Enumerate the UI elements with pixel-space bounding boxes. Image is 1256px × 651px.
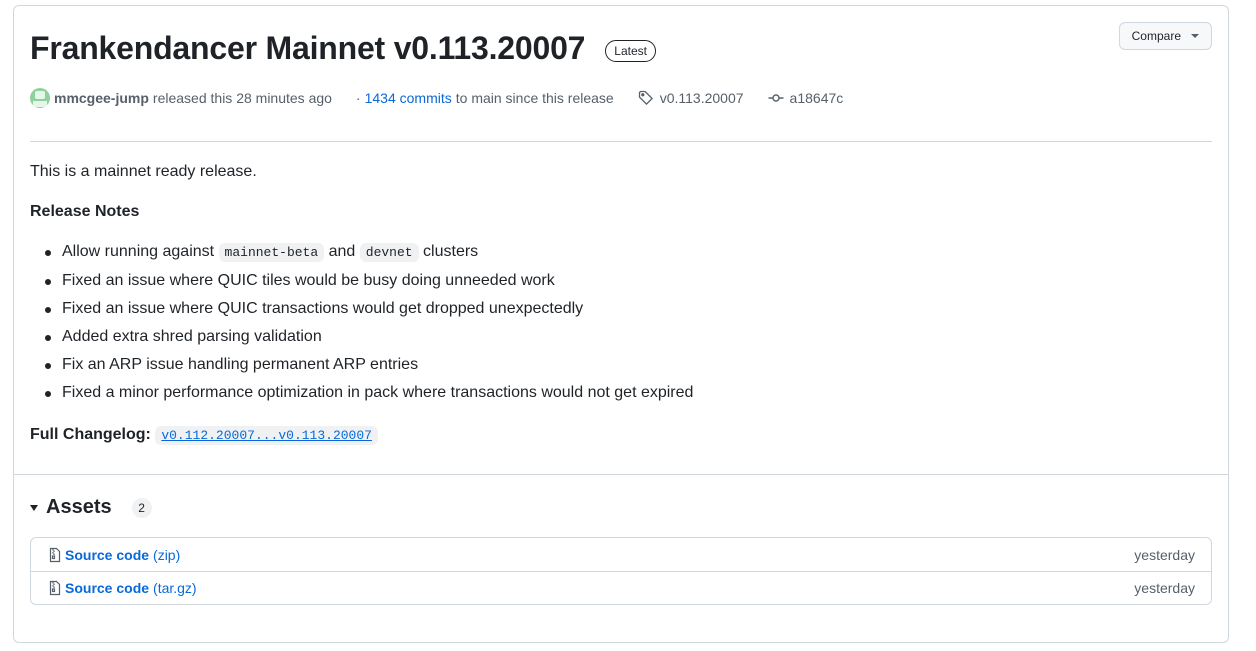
note-text: and	[328, 243, 356, 260]
list-item: Fix an ARP issue handling permanent ARP …	[30, 353, 1212, 377]
file-zip-icon	[47, 547, 63, 563]
assets-count-badge: 2	[131, 497, 152, 518]
release-body: This is a mainnet ready release. Release…	[30, 160, 1212, 464]
full-changelog-label: Full Changelog:	[30, 426, 151, 443]
changelog-link[interactable]: v0.112.20007...v0.113.20007	[155, 426, 378, 445]
meta-dot: ·	[355, 90, 361, 106]
compare-button[interactable]: Compare	[1118, 22, 1212, 50]
release-title-row: Frankendancer Mainnet v0.113.20007 Lates…	[30, 28, 656, 68]
code-devnet: devnet	[359, 243, 419, 262]
note-text: clusters	[423, 243, 479, 260]
released-text: released this 28 minutes ago	[152, 90, 332, 106]
author-link[interactable]: mmcgee-jump	[54, 90, 149, 106]
release-notes-list: Allow running against mainnet-beta and d…	[30, 240, 1212, 405]
commits-suffix: to main since this release	[455, 90, 614, 106]
list-item: Allow running against mainnet-beta and d…	[30, 240, 1212, 265]
assets-list: Source code (zip) yesterday Source code …	[30, 537, 1212, 605]
intro-text: This is a mainnet ready release.	[30, 163, 257, 180]
code-mainnet-beta: mainnet-beta	[218, 243, 325, 262]
assets-title: Assets	[46, 496, 112, 518]
commits-link[interactable]: 1434 commits	[365, 90, 452, 106]
asset-date: yesterday	[1134, 546, 1195, 563]
tag-icon	[638, 90, 654, 106]
tag-link[interactable]: v0.113.20007	[660, 90, 744, 106]
avatar[interactable]	[30, 88, 50, 108]
asset-link[interactable]: Source code (zip)	[47, 547, 180, 563]
latest-badge: Latest	[605, 40, 656, 62]
list-item: Added extra shred parsing validation	[30, 325, 1212, 349]
asset-name[interactable]: Source code	[65, 547, 149, 563]
file-zip-icon	[47, 580, 63, 596]
asset-row: Source code (tar.gz) yesterday	[31, 571, 1211, 604]
assets-header[interactable]: Assets 2	[30, 496, 152, 519]
chevron-down-icon	[1191, 34, 1199, 38]
list-item: Fixed an issue where QUIC tiles would be…	[30, 269, 1212, 293]
compare-label: Compare	[1131, 29, 1181, 43]
release-title: Frankendancer Mainnet v0.113.20007	[30, 30, 586, 66]
full-changelog: Full Changelog: v0.112.20007...v0.113.20…	[30, 423, 1212, 448]
asset-name[interactable]: Source code	[65, 580, 149, 596]
triangle-down-icon[interactable]	[30, 504, 38, 511]
asset-ext[interactable]: (zip)	[153, 547, 180, 563]
release-notes-heading: Release Notes	[30, 203, 140, 220]
note-text: Allow running against	[62, 243, 215, 260]
commit-icon	[768, 90, 784, 106]
release-meta: mmcgee-jump released this 28 minutes ago…	[30, 88, 843, 108]
release-card: Frankendancer Mainnet v0.113.20007 Lates…	[13, 5, 1229, 643]
asset-ext[interactable]: (tar.gz)	[153, 580, 197, 596]
assets-divider	[14, 474, 1228, 475]
header-divider	[30, 141, 1212, 142]
list-item: Fixed an issue where QUIC transactions w…	[30, 297, 1212, 321]
commit-link[interactable]: a18647c	[790, 90, 844, 106]
list-item: Fixed a minor performance optimization i…	[30, 381, 1212, 405]
asset-link[interactable]: Source code (tar.gz)	[47, 580, 197, 596]
asset-row: Source code (zip) yesterday	[31, 538, 1211, 571]
asset-date: yesterday	[1134, 580, 1195, 596]
